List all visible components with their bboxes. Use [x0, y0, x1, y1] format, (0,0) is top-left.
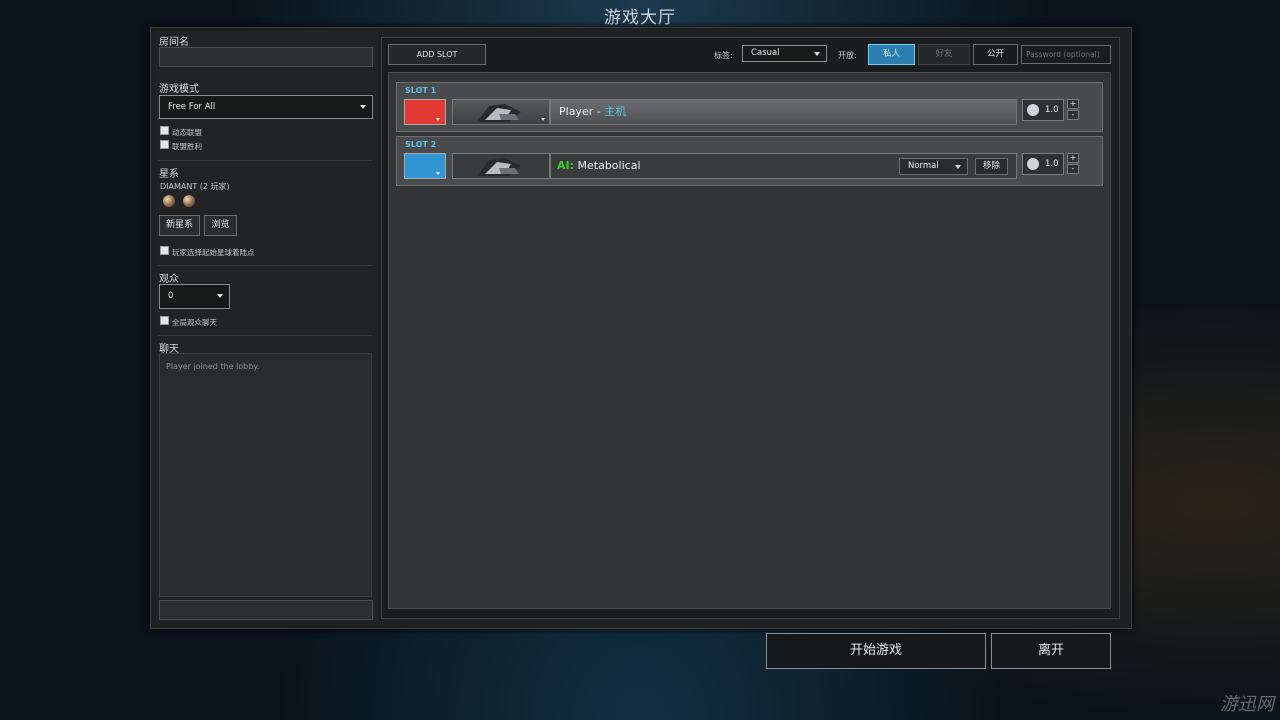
- galaxy-name: DIAMANT (2 玩家): [160, 182, 230, 191]
- host-separator: -: [593, 105, 605, 118]
- open-label: 开放:: [838, 51, 857, 60]
- spectators-label: 观众: [159, 274, 179, 285]
- difficulty-value: Normal: [908, 161, 939, 171]
- slot-label: SLOT 1: [405, 86, 437, 95]
- tag-label: 标签:: [714, 51, 733, 60]
- chevron-down-icon: [814, 52, 820, 56]
- chat-message: Player joined the lobby.: [166, 362, 260, 371]
- chevron-down-icon: [360, 105, 366, 109]
- alliance-victory-label: 联盟胜利: [172, 142, 202, 151]
- player-name-text: Player: [559, 105, 594, 118]
- game-mode-dropdown[interactable]: Free For All: [159, 95, 373, 119]
- handicap-text: 1.0: [1045, 159, 1059, 169]
- dynamic-alliance-label: 动态联盟: [172, 128, 202, 137]
- ai-slot: SLOT 2 AI: Metabolical Normal 移除 1.0 + -: [396, 136, 1103, 186]
- privacy-friends-button[interactable]: 好友: [918, 44, 970, 65]
- host-tag: 主机: [604, 105, 627, 118]
- alliance-victory-checkbox[interactable]: [160, 140, 169, 149]
- chevron-down-icon: [955, 165, 961, 169]
- handicap-decrease-button[interactable]: -: [1067, 164, 1079, 174]
- start-game-button[interactable]: 开始游戏: [766, 633, 986, 669]
- game-mode-value: Free For All: [168, 102, 216, 112]
- ship-icon: [477, 158, 521, 176]
- add-slot-button[interactable]: ADD SLOT: [388, 44, 486, 65]
- choose-start-checkbox[interactable]: [160, 246, 169, 255]
- watermark: 游迅网: [1220, 694, 1274, 715]
- ai-prefix: AI:: [557, 159, 575, 172]
- room-name-label: 房间名: [159, 37, 189, 48]
- handicap-increase-button[interactable]: +: [1067, 99, 1079, 109]
- divider: [158, 335, 372, 336]
- player-name: Player - 主机: [550, 99, 1017, 125]
- ship-selector: [452, 153, 550, 179]
- chat-log: Player joined the lobby.: [159, 353, 372, 597]
- slot-color-picker[interactable]: [404, 99, 446, 125]
- leave-button[interactable]: 离开: [991, 633, 1111, 669]
- dynamic-alliance-checkbox[interactable]: [160, 126, 169, 135]
- game-mode-label: 游戏模式: [159, 84, 199, 95]
- chevron-down-icon: [436, 172, 440, 175]
- handicap-decrease-button[interactable]: -: [1067, 110, 1079, 120]
- page-title: 游戏大厅: [604, 8, 676, 28]
- ship-selector[interactable]: [452, 99, 550, 125]
- handicap-text: 1.0: [1045, 105, 1059, 115]
- player-slot: SLOT 1 Player - 主机 1.0 + -: [396, 82, 1103, 132]
- planet-icon: [183, 195, 195, 207]
- handicap-value: 1.0: [1022, 153, 1064, 175]
- global-spectator-chat-checkbox[interactable]: [160, 316, 169, 325]
- room-name-input[interactable]: [159, 47, 373, 67]
- privacy-private-button[interactable]: 私人: [868, 44, 915, 65]
- difficulty-dropdown[interactable]: Normal: [899, 158, 968, 175]
- planet-icon: [163, 195, 175, 207]
- chat-input[interactable]: [159, 600, 373, 620]
- galaxy-label: 星系: [159, 169, 179, 180]
- tag-value: Casual: [751, 48, 780, 58]
- ai-name: AI: Metabolical Normal 移除: [550, 153, 1017, 179]
- chevron-down-icon: [217, 294, 223, 298]
- ai-name-text: Metabolical: [577, 159, 641, 172]
- handicap-value: 1.0: [1022, 99, 1064, 121]
- chevron-down-icon: [541, 118, 545, 121]
- tag-dropdown[interactable]: Casual: [742, 45, 827, 62]
- choose-start-label: 玩家选择起始星球着陆点: [172, 248, 255, 257]
- divider: [158, 160, 372, 161]
- spectators-value: 0: [168, 291, 174, 301]
- remove-ai-button[interactable]: 移除: [975, 158, 1008, 175]
- slot-color-picker[interactable]: [404, 153, 446, 179]
- slot-label: SLOT 2: [405, 140, 437, 149]
- new-galaxy-button[interactable]: 新星系: [159, 215, 200, 236]
- handicap-icon: [1027, 104, 1039, 116]
- ship-icon: [477, 104, 521, 122]
- browse-galaxy-button[interactable]: 浏览: [204, 215, 237, 236]
- chevron-down-icon: [436, 118, 440, 121]
- spectators-dropdown[interactable]: 0: [159, 284, 230, 309]
- privacy-public-button[interactable]: 公开: [973, 44, 1018, 65]
- divider: [158, 265, 372, 266]
- handicap-icon: [1027, 158, 1039, 170]
- handicap-increase-button[interactable]: +: [1067, 153, 1079, 163]
- global-spectator-chat-label: 全局观众聊天: [172, 318, 217, 327]
- password-input[interactable]: [1021, 45, 1111, 64]
